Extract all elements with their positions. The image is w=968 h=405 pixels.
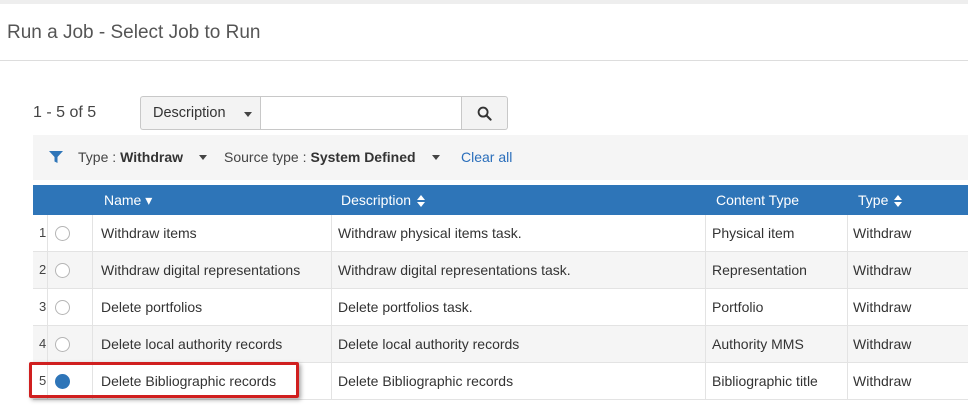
source-type-filter-value: System Defined bbox=[310, 149, 416, 165]
job-type: Withdraw bbox=[853, 225, 912, 241]
column-divider bbox=[705, 363, 706, 399]
filter-icon bbox=[49, 151, 63, 163]
pager-count: 1 - 5 of 5 bbox=[33, 104, 97, 121]
column-divider bbox=[705, 326, 706, 362]
search-field-dropdown[interactable]: Description bbox=[140, 96, 260, 130]
column-divider bbox=[47, 252, 48, 288]
job-type: Withdraw bbox=[853, 336, 912, 352]
row-number: 5 bbox=[39, 373, 47, 388]
job-content-type: Portfolio bbox=[712, 299, 764, 315]
row-number: 1 bbox=[39, 225, 47, 240]
column-divider bbox=[705, 289, 706, 325]
search-input[interactable] bbox=[260, 96, 462, 130]
column-header-type[interactable]: Type bbox=[858, 192, 903, 208]
table-row[interactable]: 1 Withdraw items Withdraw physical items… bbox=[33, 215, 968, 252]
column-divider bbox=[47, 363, 48, 399]
row-radio[interactable] bbox=[55, 263, 70, 278]
table-row[interactable]: 3 Delete portfolios Delete portfolios ta… bbox=[33, 289, 968, 326]
page-header: Run a Job - Select Job to Run bbox=[0, 4, 968, 61]
sort-icon bbox=[416, 195, 425, 207]
job-name: Withdraw digital representations bbox=[101, 262, 301, 278]
column-divider bbox=[92, 252, 93, 288]
column-header-name[interactable]: Name ▾ bbox=[104, 192, 152, 209]
job-description: Withdraw physical items task. bbox=[338, 225, 522, 241]
job-type: Withdraw bbox=[853, 262, 912, 278]
type-filter-value: Withdraw bbox=[120, 149, 184, 165]
row-radio-selected[interactable] bbox=[55, 374, 70, 389]
column-divider bbox=[92, 326, 93, 362]
row-number: 4 bbox=[39, 336, 47, 351]
sort-icon bbox=[894, 195, 903, 207]
column-divider bbox=[47, 326, 48, 362]
job-name: Withdraw items bbox=[101, 225, 197, 241]
job-description: Delete portfolios task. bbox=[338, 299, 473, 315]
column-divider bbox=[92, 363, 93, 399]
search-field-label: Description bbox=[153, 105, 226, 121]
job-content-type: Representation bbox=[712, 262, 807, 278]
job-type: Withdraw bbox=[853, 373, 912, 389]
job-description: Delete local authority records bbox=[338, 336, 520, 352]
column-divider bbox=[847, 252, 848, 288]
row-radio[interactable] bbox=[55, 226, 70, 241]
search-bar: Description bbox=[140, 96, 508, 130]
job-name: Delete portfolios bbox=[101, 299, 203, 315]
chevron-down-icon bbox=[244, 112, 252, 117]
source-type-filter-label: Source type : bbox=[224, 149, 307, 165]
page-title: Run a Job - Select Job to Run bbox=[7, 22, 261, 43]
chevron-down-icon bbox=[431, 154, 440, 160]
column-divider bbox=[331, 252, 332, 288]
job-description: Withdraw digital representations task. bbox=[338, 262, 571, 278]
column-header-type-label: Type bbox=[858, 192, 889, 208]
column-divider bbox=[847, 215, 848, 251]
chevron-down-icon bbox=[199, 154, 208, 160]
column-divider bbox=[47, 215, 48, 251]
column-divider bbox=[705, 252, 706, 288]
column-divider bbox=[705, 215, 706, 251]
row-radio[interactable] bbox=[55, 337, 70, 352]
job-content-type: Physical item bbox=[712, 225, 795, 241]
column-header-description[interactable]: Description bbox=[341, 192, 425, 208]
job-name: Delete local authority records bbox=[101, 336, 283, 352]
clear-all-link[interactable]: Clear all bbox=[461, 149, 512, 165]
search-button[interactable] bbox=[462, 96, 508, 130]
column-divider bbox=[331, 326, 332, 362]
type-filter-dropdown[interactable]: Type : Withdraw bbox=[78, 149, 208, 165]
column-divider bbox=[331, 215, 332, 251]
source-type-filter-dropdown[interactable]: Source type : System Defined bbox=[224, 149, 440, 165]
jobs-table: Name ▾ Description Content Type Type 1 W… bbox=[33, 185, 968, 400]
row-radio[interactable] bbox=[55, 300, 70, 315]
row-number: 2 bbox=[39, 262, 47, 277]
column-divider bbox=[92, 215, 93, 251]
column-divider bbox=[331, 363, 332, 399]
table-row[interactable]: 5 Delete Bibliographic records Delete Bi… bbox=[33, 363, 968, 400]
column-divider bbox=[331, 289, 332, 325]
column-divider bbox=[847, 289, 848, 325]
column-divider bbox=[847, 326, 848, 362]
row-number: 3 bbox=[39, 299, 47, 314]
filter-bar: Type : Withdraw Source type : System Def… bbox=[33, 135, 968, 180]
column-header-description-label: Description bbox=[341, 192, 412, 208]
type-filter-label: Type : bbox=[78, 149, 117, 165]
job-name: Delete Bibliographic records bbox=[101, 373, 277, 389]
job-description: Delete Bibliographic records bbox=[338, 373, 514, 389]
job-content-type: Authority MMS bbox=[712, 336, 804, 352]
job-content-type: Bibliographic title bbox=[712, 373, 818, 389]
column-header-content-type[interactable]: Content Type bbox=[716, 192, 799, 208]
search-icon bbox=[477, 106, 492, 121]
job-type: Withdraw bbox=[853, 299, 912, 315]
table-header: Name ▾ Description Content Type Type bbox=[33, 185, 968, 215]
table-row[interactable]: 2 Withdraw digital representations Withd… bbox=[33, 252, 968, 289]
column-divider bbox=[847, 363, 848, 399]
column-divider bbox=[47, 289, 48, 325]
column-divider bbox=[92, 289, 93, 325]
table-row[interactable]: 4 Delete local authority records Delete … bbox=[33, 326, 968, 363]
